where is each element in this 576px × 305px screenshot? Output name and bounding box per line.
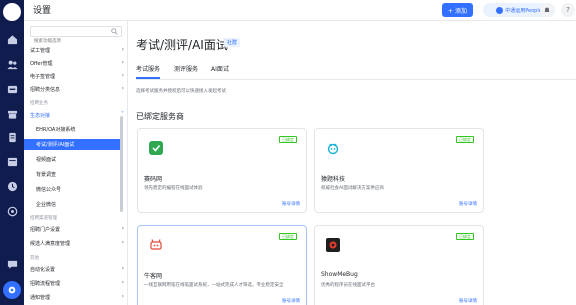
- provider-card[interactable]: 已绑定 ShowMeBug 优秀的程序员在线面试平台 账号详情: [314, 225, 484, 305]
- menu-item-label: 招聘分类信息: [30, 87, 61, 93]
- title-badge: 社群: [224, 38, 241, 47]
- app-rail: [0, 0, 24, 305]
- submenu-background-check[interactable]: 背景调查: [28, 169, 124, 180]
- menu-item-categories[interactable]: 招聘分类信息 ›: [28, 84, 124, 95]
- chevron-right-icon: ›: [121, 85, 124, 92]
- menu-item-satisfaction[interactable]: 候选人满意度管理 ›: [28, 238, 124, 249]
- menu-group-label: 其他: [30, 256, 39, 261]
- page-description: 选择考试服务并授权后可以快速接入发起考试: [136, 89, 226, 94]
- bound-tag: 已绑定: [456, 233, 474, 240]
- menu-item-label: 通知管理: [30, 295, 51, 301]
- search-icon: [111, 28, 118, 35]
- menu-item-label: 招聘流程管理: [30, 281, 61, 287]
- menu-item-offer[interactable]: Offer管理 ›: [28, 58, 124, 69]
- menu-item-automation[interactable]: 自动化设置 ›: [28, 264, 124, 275]
- home-icon[interactable]: [6, 33, 18, 45]
- company-label: 中通运用People: [505, 7, 542, 14]
- menu-group-label: 招聘业务: [30, 101, 48, 106]
- provider-description: 领先稳定的编程在线面试体验: [144, 186, 203, 191]
- submenu-video-interview[interactable]: 视频面试: [28, 154, 124, 165]
- chevron-right-icon: ›: [121, 293, 124, 300]
- chevron-right-icon: ›: [121, 265, 124, 272]
- submenu-exam[interactable]: 考试/测评/AI面试: [24, 139, 122, 150]
- notification-icon[interactable]: [540, 3, 554, 17]
- tabs-divider: [136, 79, 576, 80]
- menu-group-label: 招聘渠道管理: [30, 216, 57, 221]
- account-details-link[interactable]: 账号详情: [459, 201, 477, 207]
- clock-icon[interactable]: [6, 180, 18, 192]
- saima-logo-icon: [149, 141, 163, 155]
- archive-icon[interactable]: [6, 108, 18, 120]
- provider-name: 猿题科技: [321, 176, 346, 183]
- calendar-icon[interactable]: [6, 155, 18, 167]
- chevron-right-icon: ›: [121, 279, 124, 286]
- menu-item-label: 自动化设置: [30, 267, 56, 273]
- showmebug-logo-icon: [326, 238, 340, 252]
- account-details-link[interactable]: 账号详情: [459, 298, 477, 304]
- inbox-icon[interactable]: [6, 83, 18, 95]
- bound-tag: 已绑定: [279, 233, 297, 240]
- menu-item-notifications[interactable]: 通知管理 ›: [28, 292, 124, 303]
- provider-card[interactable]: 已绑定 赛码网 领先稳定的编程在线面试体验 账号详情: [137, 128, 307, 213]
- provider-name: 赛码网: [144, 176, 163, 183]
- chevron-right-icon: ›: [121, 59, 124, 66]
- main-content: 考试/测评/AI面试 社群 考试服务 测评服务 AI面试 选择考试服务并授权后可…: [128, 21, 576, 305]
- menu-item-label: Offer管理: [30, 61, 53, 67]
- nowcoder-logo-icon: [149, 238, 163, 252]
- section-title: 已绑定服务商: [136, 112, 184, 121]
- provider-card[interactable]: 已绑定 猿题科技 权威社会AI面试解决方案供应商 账号详情: [314, 128, 484, 213]
- menu-item-esign[interactable]: 电子签管理 ›: [28, 71, 124, 82]
- help-icon[interactable]: ?: [561, 3, 575, 17]
- submenu-ehr[interactable]: EHR/OA对接系统: [28, 124, 124, 135]
- app-logo[interactable]: [3, 3, 21, 21]
- target-icon[interactable]: [6, 205, 18, 217]
- provider-description: 优秀的程序员在线面试平台: [321, 283, 375, 288]
- sidebar-scrollbar[interactable]: [120, 116, 123, 212]
- provider-description: 权威社会AI面试解决方案供应商: [321, 186, 384, 191]
- menu-item-label: 试工管理: [30, 48, 51, 54]
- chevron-right-icon: ›: [121, 72, 124, 79]
- tab-assessment-service[interactable]: 测评服务: [174, 64, 198, 73]
- menu-item-process[interactable]: 招聘流程管理 ›: [28, 278, 124, 289]
- tab-exam-service[interactable]: 考试服务: [136, 64, 160, 73]
- menu-item-label: 电子签管理: [30, 74, 56, 80]
- menu-item-label: 候选人满意度管理: [30, 241, 71, 247]
- account-details-link[interactable]: 账号详情: [282, 201, 300, 207]
- account-details-link[interactable]: 账号详情: [282, 298, 300, 304]
- bound-tag: 已绑定: [279, 136, 297, 143]
- menu-item-label: 生态对接: [30, 113, 51, 119]
- provider-card[interactable]: 已绑定 牛客网 一线互联网用笔在线笔面试系统，一站式完成人才筛选，专业稳定安全 …: [137, 225, 307, 305]
- menu-item-label: 招聘门户设置: [30, 227, 61, 233]
- provider-name: ShowMeBug: [321, 271, 358, 278]
- users-icon[interactable]: [6, 58, 18, 70]
- settings-icon[interactable]: [3, 281, 21, 299]
- tab-ai-interview[interactable]: AI面试: [211, 64, 229, 73]
- menu-item-portal[interactable]: 招聘门户设置 ›: [28, 224, 124, 235]
- header-title: 设置: [33, 6, 52, 16]
- yuanti-logo-icon: [326, 141, 340, 155]
- top-header: 设置 + 添加 中通运用People ?: [24, 0, 576, 21]
- page-title: 考试/测评/AI面试: [136, 38, 228, 52]
- bound-tag: 已绑定: [456, 136, 474, 143]
- submenu-wechat-official[interactable]: 微信公众号: [28, 184, 124, 195]
- menu-item-trial[interactable]: 试工管理 ›: [28, 45, 124, 56]
- menu-item-ecosystem[interactable]: 生态对接 ˅: [28, 110, 124, 121]
- message-icon[interactable]: [6, 258, 18, 270]
- document-icon[interactable]: [6, 131, 18, 143]
- provider-description: 一线互联网用笔在线笔面试系统，一站式完成人才筛选，专业稳定安全: [144, 283, 284, 288]
- settings-sidebar: 试工管理 › Offer管理 › 电子签管理 › 招聘分类信息 › 招聘业务 生…: [24, 21, 128, 305]
- provider-name: 牛客网: [144, 273, 163, 280]
- chevron-right-icon: ›: [121, 46, 124, 53]
- company-avatar: [496, 6, 504, 14]
- sidebar-search[interactable]: [30, 26, 122, 46]
- chevron-right-icon: ›: [121, 225, 124, 232]
- add-button[interactable]: + 添加: [442, 3, 473, 17]
- submenu-wecom[interactable]: 企业微信: [28, 199, 124, 210]
- chevron-right-icon: ›: [121, 239, 124, 246]
